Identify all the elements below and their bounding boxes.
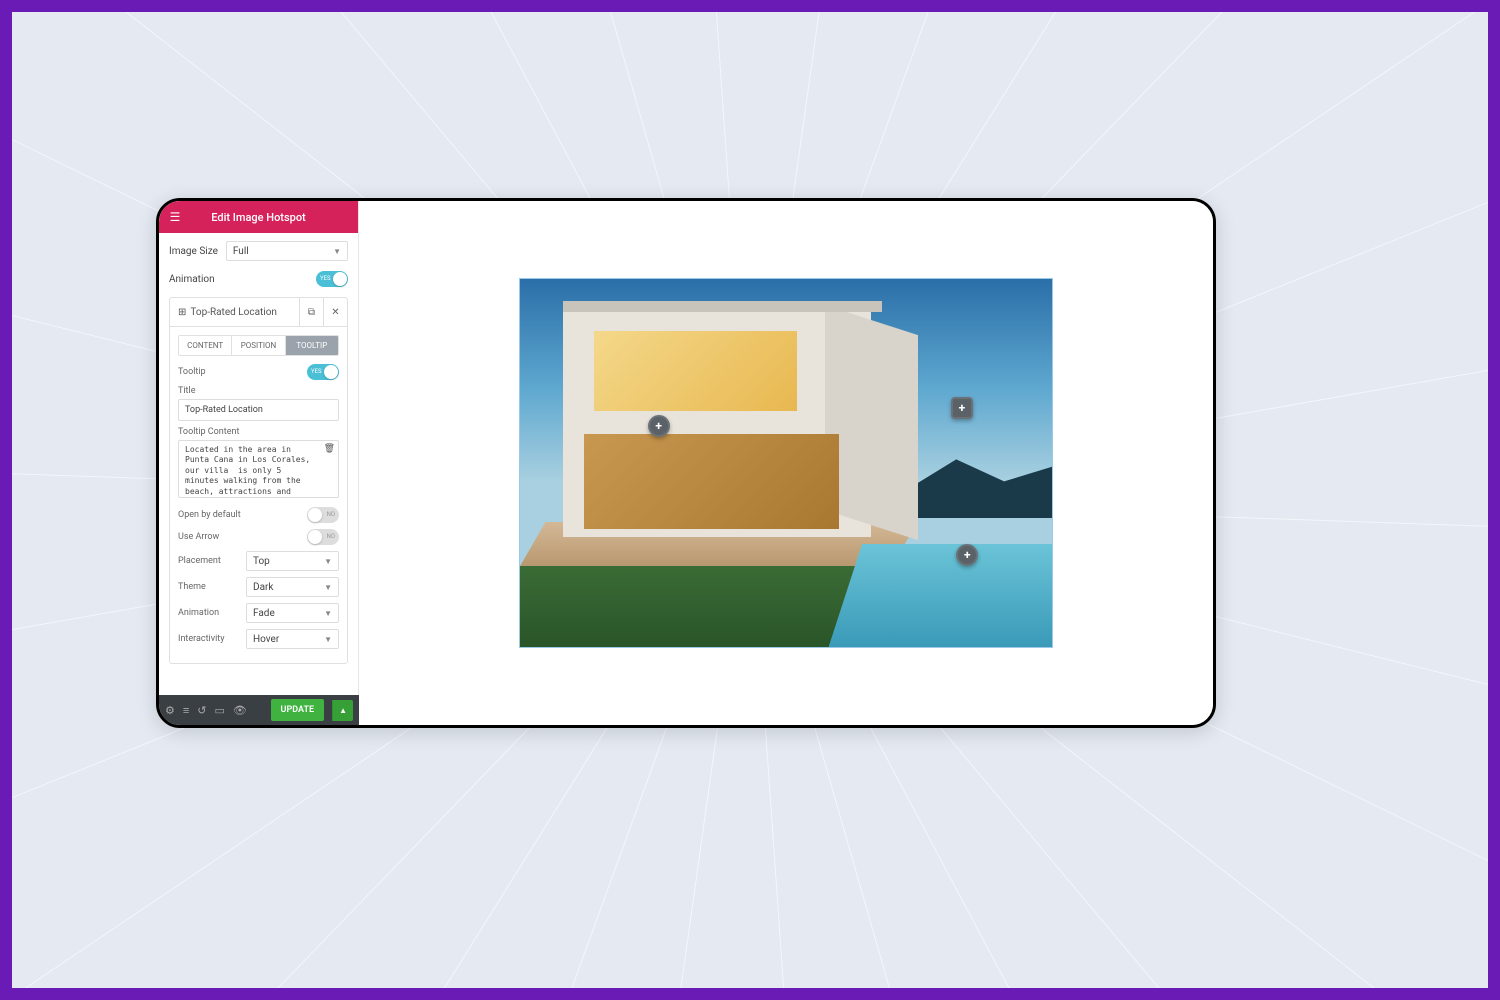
theme-select[interactable]: Dark▼ <box>246 577 339 597</box>
hotspot-marker[interactable] <box>951 397 973 419</box>
tab-content[interactable]: CONTENT <box>179 336 231 355</box>
chevron-down-icon: ▼ <box>324 635 332 644</box>
device-frame: Edit Image Hotspot Image Size Full ▼ Ani… <box>156 198 1216 728</box>
tab-position[interactable]: POSITION <box>231 336 284 355</box>
tooltip-label: Tooltip <box>178 367 206 377</box>
duplicate-button[interactable]: ⧉ <box>299 298 323 326</box>
image-size-label: Image Size <box>169 246 218 257</box>
panel-tabs: CONTENT POSITION TOOLTIP <box>178 335 339 356</box>
animation-toggle[interactable]: YES <box>316 271 348 287</box>
content-textarea[interactable] <box>178 440 339 498</box>
preview-icon[interactable]: 👁 <box>233 704 247 717</box>
anim-label: Animation <box>178 608 238 618</box>
settings-icon[interactable]: ⚙ <box>165 704 175 717</box>
open-default-label: Open by default <box>178 510 241 520</box>
use-arrow-toggle[interactable]: NO <box>307 529 339 545</box>
header-title: Edit Image Hotspot <box>211 211 305 224</box>
update-dropdown[interactable]: ▲ <box>332 700 353 721</box>
responsive-icon[interactable]: ▭ <box>215 704 225 717</box>
apps-icon[interactable] <box>334 209 350 225</box>
expand-icon: ⊞ <box>178 307 186 318</box>
update-button[interactable]: UPDATE <box>271 699 325 721</box>
theme-label: Theme <box>178 582 238 592</box>
bottom-toolbar: ⚙ ≡ ↺ ▭ 👁 UPDATE ▲ <box>159 695 359 725</box>
sidebar-header: Edit Image Hotspot <box>159 201 358 233</box>
menu-icon[interactable] <box>167 209 183 225</box>
editor-sidebar: Edit Image Hotspot Image Size Full ▼ Ani… <box>159 201 359 701</box>
hotspot-marker[interactable]: + <box>648 415 670 437</box>
placement-label: Placement <box>178 556 238 566</box>
use-arrow-label: Use Arrow <box>178 532 219 542</box>
animation-label: Animation <box>169 274 215 285</box>
media-icon[interactable]: 🗑 <box>324 444 335 454</box>
image-size-select[interactable]: Full ▼ <box>226 241 348 261</box>
tab-tooltip[interactable]: TOOLTIP <box>285 336 338 355</box>
content-label: Tooltip Content <box>178 427 339 437</box>
editor-canvas: ++ <box>359 201 1213 725</box>
open-default-toggle[interactable]: NO <box>307 507 339 523</box>
layers-icon[interactable]: ≡ <box>183 704 189 717</box>
hotspot-image[interactable]: ++ <box>519 278 1053 648</box>
chevron-down-icon: ▼ <box>324 557 332 566</box>
title-input[interactable] <box>178 399 339 421</box>
interact-label: Interactivity <box>178 634 238 644</box>
history-icon[interactable]: ↺ <box>197 704 206 717</box>
chevron-down-icon: ▼ <box>324 583 332 592</box>
anim-select[interactable]: Fade▼ <box>246 603 339 623</box>
panel-title[interactable]: ⊞ Top-Rated Location <box>170 301 299 324</box>
chevron-down-icon: ▼ <box>324 609 332 618</box>
close-button[interactable]: ✕ <box>323 298 347 326</box>
chevron-down-icon: ▼ <box>333 247 341 256</box>
interact-select[interactable]: Hover▼ <box>246 629 339 649</box>
hotspot-panel: ⊞ Top-Rated Location ⧉ ✕ CONTENT POSITIO… <box>169 297 348 664</box>
title-label: Title <box>178 386 339 396</box>
tooltip-toggle[interactable]: YES <box>307 364 339 380</box>
placement-select[interactable]: Top▼ <box>246 551 339 571</box>
